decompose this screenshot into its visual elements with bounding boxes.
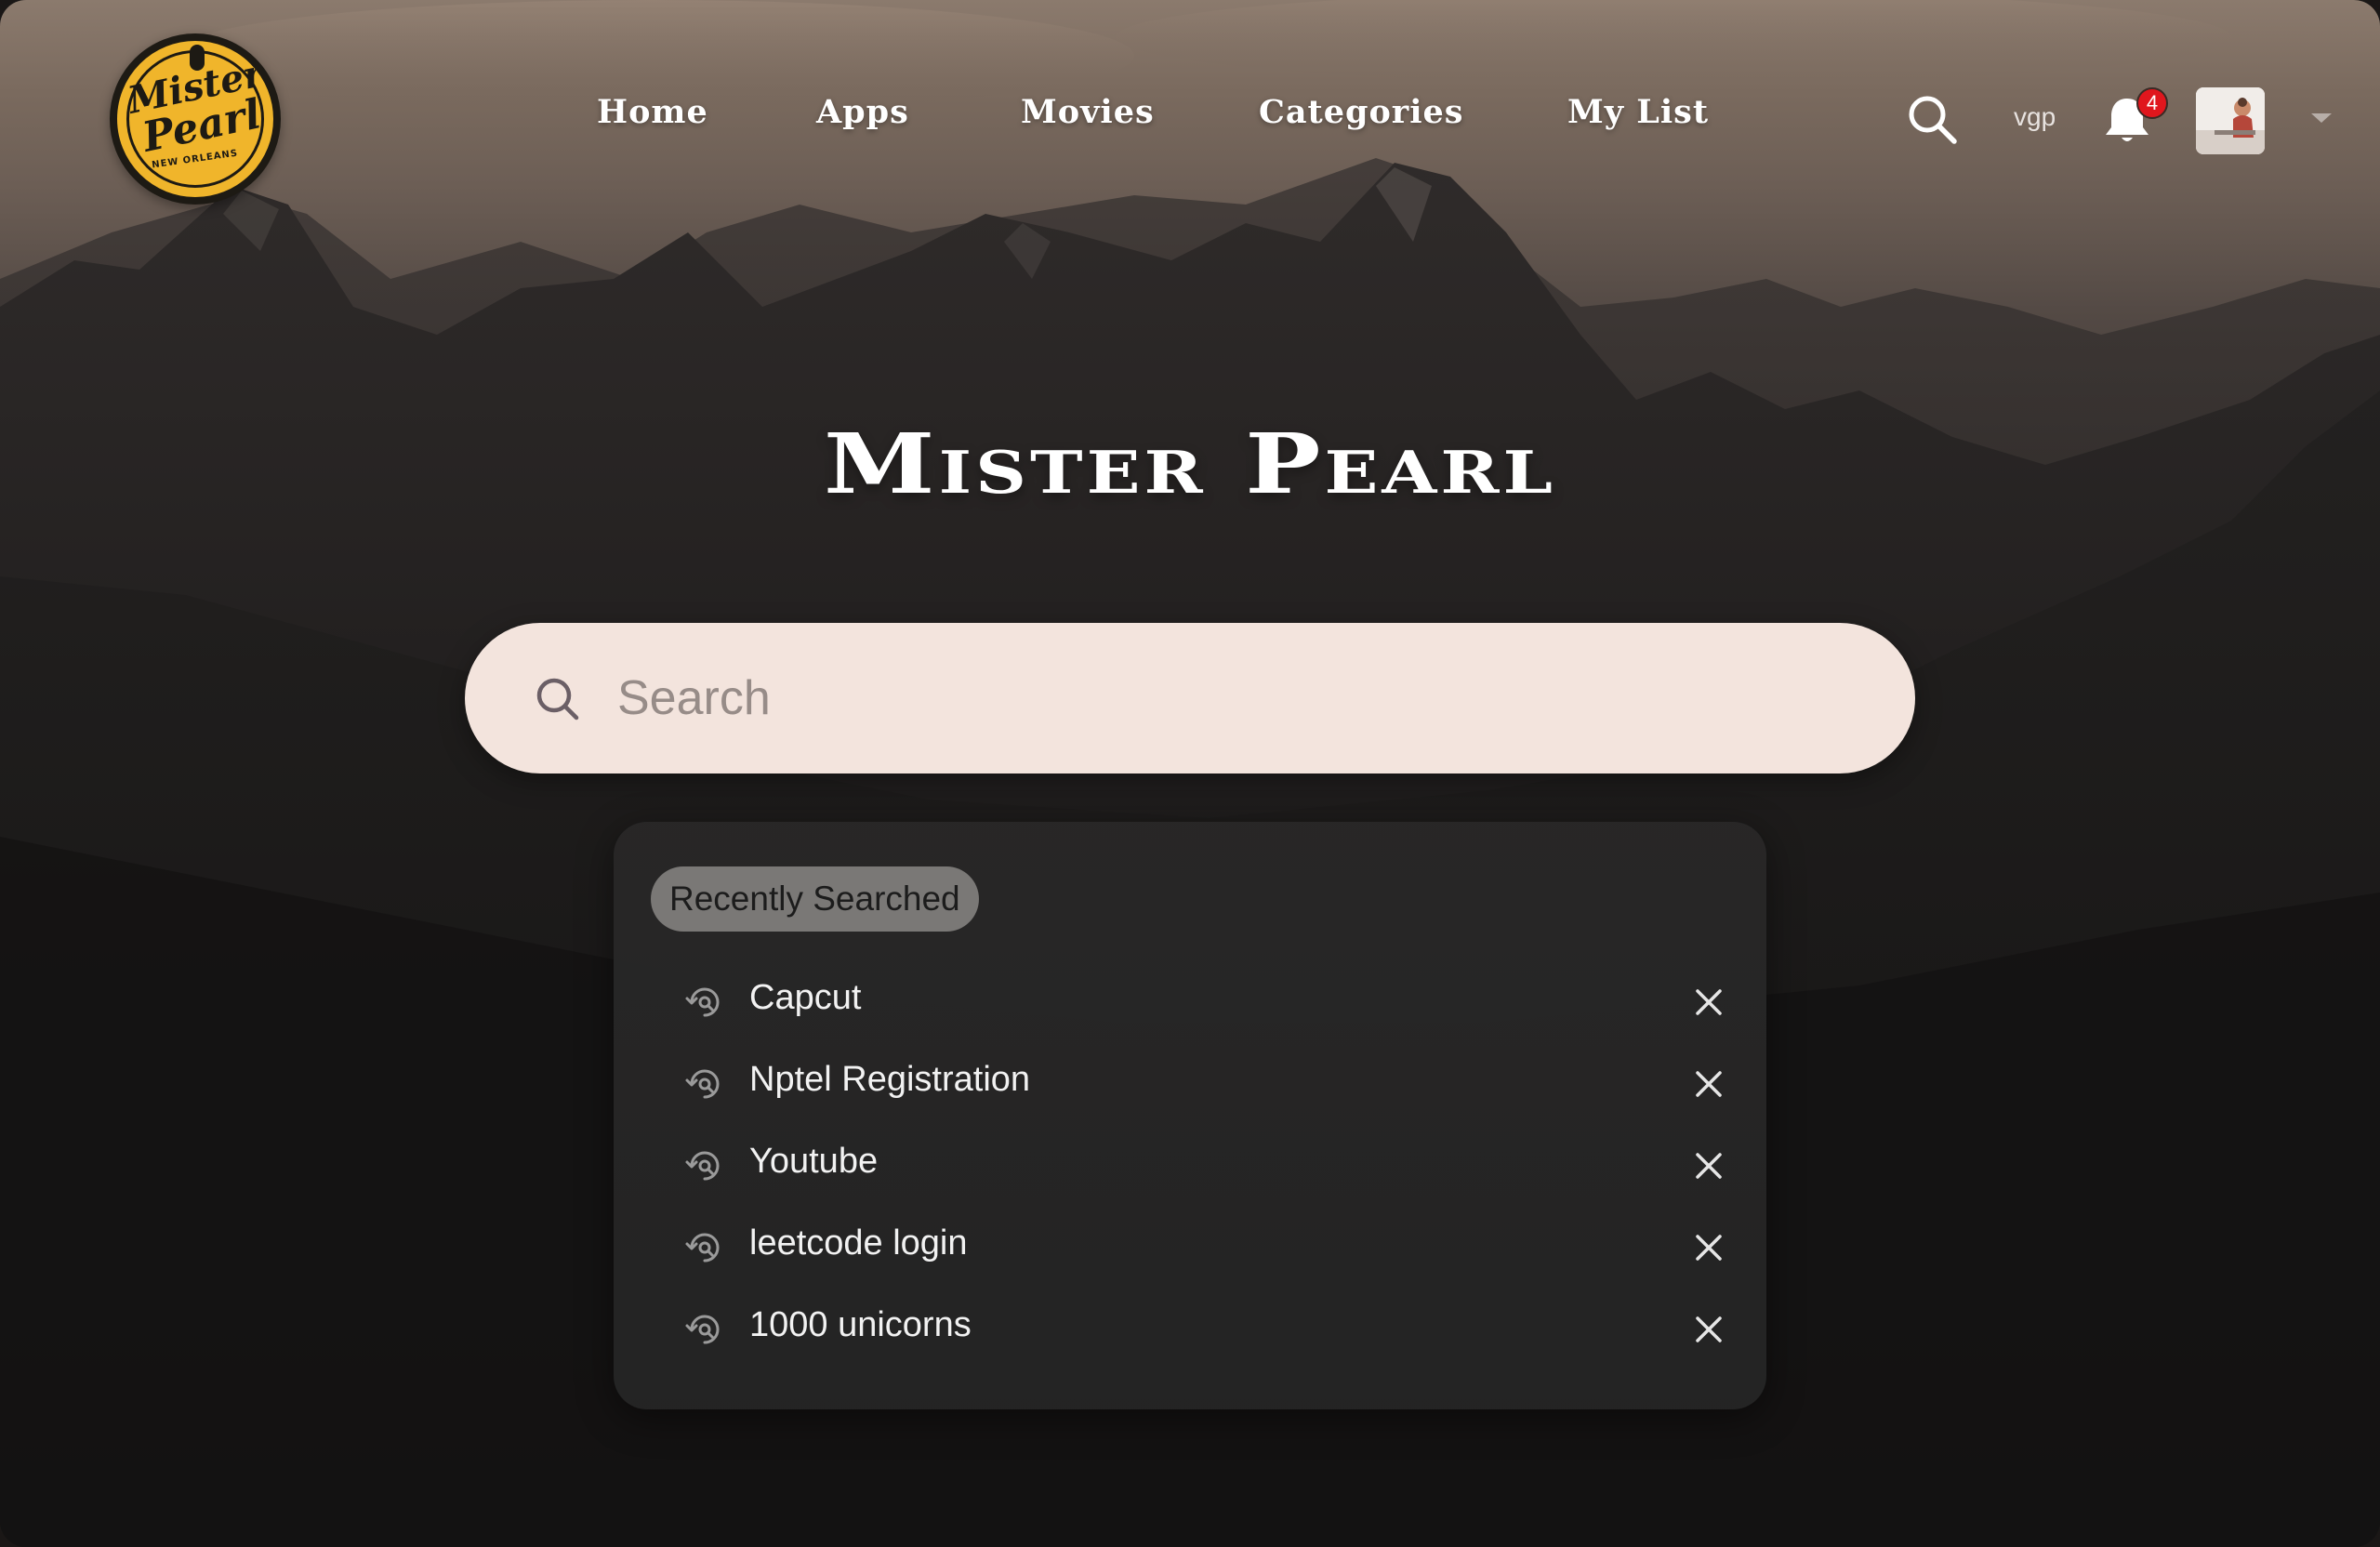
nav-item-movies[interactable]: Movies [1021,93,1155,131]
hero-title: Mister Pearl [824,416,1556,513]
list-item[interactable]: Capcut [614,961,1766,1043]
top-navbar: Mister Pearl NEW ORLEANS Home Apps Movie… [0,0,2380,242]
nav-item-apps[interactable]: Apps [816,93,909,131]
list-item[interactable]: 1000 unicorns [614,1289,1766,1370]
recently-searched-heading: Recently Searched [651,866,979,932]
nav-item-categories[interactable]: Categories [1259,93,1464,131]
nav-item-home[interactable]: Home [597,93,708,131]
recent-searches-panel: Recently Searched Capcut Nptel Registrat… [614,822,1766,1409]
list-item[interactable]: Youtube [614,1125,1766,1207]
close-icon[interactable] [1692,1313,1726,1346]
history-icon [685,1315,720,1344]
app-window: Mister Pearl NEW ORLEANS Home Apps Movie… [0,0,2380,1547]
history-icon [685,1069,720,1099]
list-item[interactable]: leetcode login [614,1207,1766,1289]
close-icon[interactable] [1692,1231,1726,1264]
search-icon [536,678,579,721]
recent-search-label: Youtube [749,1142,879,1181]
recent-search-label: Nptel Registration [749,1060,1031,1099]
close-icon[interactable] [1692,985,1726,1019]
caret-down-icon[interactable] [2311,113,2332,123]
recent-search-label: leetcode login [749,1223,968,1263]
avatar-image [2196,87,2265,154]
list-item[interactable]: Nptel Registration [614,1043,1766,1125]
search-bar[interactable] [465,623,1915,774]
avatar[interactable] [2196,87,2265,154]
recent-search-label: 1000 unicorns [749,1305,972,1344]
close-icon[interactable] [1692,1067,1726,1101]
notification-badge: 4 [2136,87,2168,119]
recent-search-label: Capcut [749,978,862,1017]
history-icon [685,987,720,1017]
history-icon [685,1151,720,1181]
brand-logo[interactable]: Mister Pearl NEW ORLEANS [110,33,281,205]
history-icon [685,1233,720,1263]
search-input[interactable] [615,660,1861,736]
close-icon[interactable] [1692,1149,1726,1183]
username-label: vgp [2014,102,2056,131]
recent-searches-list: Capcut Nptel Registration Youtube leetco… [614,961,1766,1370]
nav-item-my-list[interactable]: My List [1567,93,1709,131]
search-icon[interactable] [1906,93,1958,145]
